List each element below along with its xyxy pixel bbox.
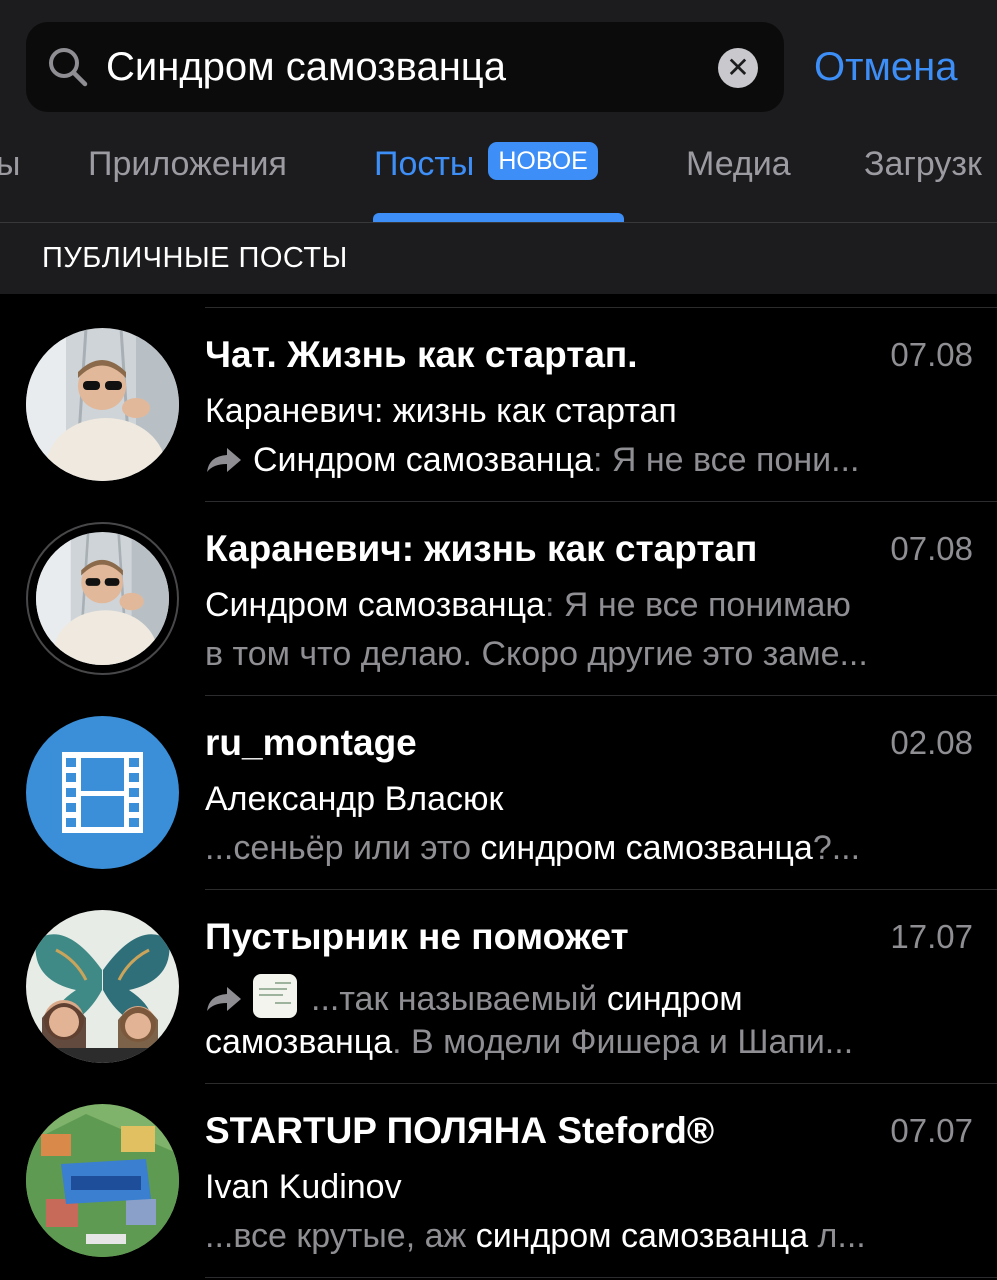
search-bar[interactable]: Синдром самозванца ✕ xyxy=(26,22,784,112)
tab-posts-label: Посты xyxy=(374,145,475,183)
search-icon xyxy=(49,48,88,87)
tab-media[interactable]: Медиа xyxy=(686,120,791,208)
tab-posts[interactable]: Посты НОВОЕ xyxy=(374,120,598,208)
search-result-row[interactable]: STARTUP ПОЛЯНА Steford® 07.07 Ivan Kudin… xyxy=(0,1084,997,1278)
tab-downloads[interactable]: Загрузк xyxy=(864,120,982,208)
result-date: 07.07 xyxy=(890,1112,973,1149)
snippet-rest: ...сеньёр или это xyxy=(205,829,481,867)
avatar xyxy=(26,910,179,1063)
snippet-rest: ...все крутые, аж xyxy=(205,1217,476,1255)
result-title: Пустырник не поможет xyxy=(205,916,629,957)
snippet-tail: л... xyxy=(808,1217,866,1255)
snippet-rest: . В модели Фишера и Шапи... xyxy=(392,1023,854,1061)
result-date: 07.08 xyxy=(890,530,973,567)
search-header: Синдром самозванца ✕ Отмена ы Приложения… xyxy=(0,0,997,222)
result-snippet: Синдром самозванца: Я не все понимаю xyxy=(205,586,975,625)
snippet-highlight: синдром самозванца xyxy=(475,1217,809,1255)
result-author: Ivan Kudinov xyxy=(205,1168,402,1206)
snippet-tail: ?... xyxy=(812,829,861,867)
search-result-row[interactable]: Чат. Жизнь как стартап. 07.08 Караневич:… xyxy=(0,308,997,502)
result-title: ru_montage xyxy=(205,722,417,763)
tab-apps[interactable]: Приложения xyxy=(88,120,287,208)
divider xyxy=(205,1277,997,1278)
result-snippet: ...все крутые, аж синдром самозванца л..… xyxy=(205,1217,975,1256)
search-result-row[interactable]: Караневич: жизнь как стартап 07.08 Синдр… xyxy=(0,502,997,696)
cancel-button[interactable]: Отмена xyxy=(814,22,958,112)
snippet-rest: : Я не все понимаю xyxy=(544,586,851,624)
tab-chats[interactable]: ы xyxy=(0,120,20,208)
result-snippet-cont: в том что делаю. Скоро другие это заме..… xyxy=(205,635,868,673)
result-snippet: ...так называемый синдром xyxy=(205,974,975,1019)
result-date: 17.07 xyxy=(890,918,973,955)
forward-icon xyxy=(207,448,241,472)
snippet-rest: : Я не все пони... xyxy=(592,441,860,479)
result-title: STARTUP ПОЛЯНА Steford® xyxy=(205,1110,715,1151)
result-author: Александр Власюк xyxy=(205,780,504,818)
result-snippet: ...сеньёр или это синдром самозванца?... xyxy=(205,829,975,868)
active-tab-indicator xyxy=(373,213,624,222)
snippet-lead: самозванца xyxy=(205,1023,393,1061)
film-icon xyxy=(62,752,143,833)
result-title: Караневич: жизнь как стартап xyxy=(205,528,758,569)
result-snippet-cont: самозванца. В модели Фишера и Шапи... xyxy=(205,1023,975,1062)
avatar xyxy=(26,716,179,869)
snippet-highlight: синдром самозванца xyxy=(480,829,813,867)
result-author: Караневич: жизнь как стартап xyxy=(205,392,677,430)
search-result-row[interactable]: Пустырник не поможет 17.07 ...так называ… xyxy=(0,890,997,1084)
snippet-lead: Синдром самозванца xyxy=(253,441,593,479)
search-tabs: ы Приложения Посты НОВОЕ Медиа Загрузк xyxy=(0,120,997,222)
search-result-row[interactable]: ru_montage 02.08 Александр Власюк ...сен… xyxy=(0,696,997,890)
result-date: 07.08 xyxy=(890,336,973,373)
result-title: Чат. Жизнь как стартап. xyxy=(205,334,638,375)
result-date: 02.08 xyxy=(890,724,973,761)
avatar xyxy=(26,1104,179,1257)
result-snippet: Синдром самозванца: Я не все пони... xyxy=(205,441,975,480)
forward-icon xyxy=(207,987,241,1011)
section-title: ПУБЛИЧНЫЕ ПОСТЫ xyxy=(42,242,348,274)
media-thumbnail xyxy=(253,974,297,1018)
new-badge: НОВОЕ xyxy=(488,142,598,180)
snippet-lead: Синдром самозванца xyxy=(205,586,545,624)
snippet-highlight: синдром xyxy=(606,980,743,1018)
snippet-rest: ...так называемый xyxy=(311,980,607,1018)
avatar xyxy=(26,328,179,481)
section-header: ПУБЛИЧНЫЕ ПОСТЫ xyxy=(0,223,997,294)
avatar xyxy=(36,532,169,665)
search-input[interactable]: Синдром самозванца xyxy=(106,22,506,112)
clear-search-icon[interactable]: ✕ xyxy=(718,48,758,88)
